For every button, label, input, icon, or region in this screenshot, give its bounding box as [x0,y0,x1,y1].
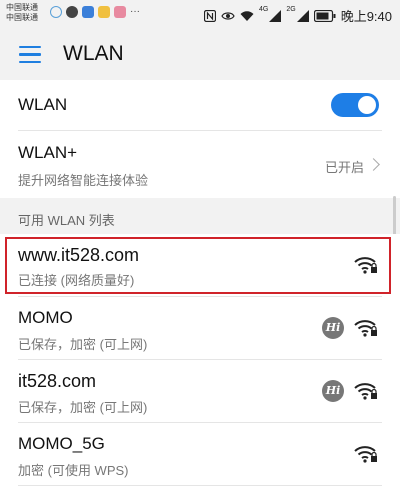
card-icon [82,6,94,18]
scrollbar[interactable] [393,196,396,236]
wlan-plus-status: 已开启 [324,160,364,175]
network-1-label: 4G [259,6,269,13]
network-status: 加密 (可使用 WPS) [18,463,129,478]
battery-icon [313,9,336,22]
gallery-icon [114,6,126,18]
network-item-momo-5g[interactable]: MOMO_5G 加密 (可使用 WPS) [0,423,400,485]
wifi-locked-icon [354,446,377,463]
chevron-right-icon [367,158,380,171]
app-bar: WLAN [0,30,400,80]
status-bar: 中国联通 中国联通 ··· 4G 2G 晚上9:40 [0,0,400,30]
wlan-toggle-switch[interactable] [331,93,379,117]
app-icon [98,6,110,18]
wlan-settings-card: WLAN WLAN+ 提升网络智能连接体验 已开启 [0,80,400,198]
network-item-it528-com[interactable]: it528.com 已保存，加密 (可上网) Hi [0,360,400,422]
carrier-2: 中国联通 [6,13,38,22]
network-status: 已保存，加密 (可上网) [18,400,148,415]
signal-1-icon [269,9,282,22]
menu-icon[interactable] [19,46,41,64]
wifi-status-icon [240,10,254,21]
wlan-plus-label: WLAN+ [18,143,78,162]
more-icon: ··· [130,6,140,17]
hilink-icon: Hi [322,380,344,402]
clock: 晚上9:40 [340,9,392,24]
network-2-label: 2G [286,6,296,13]
wlan-toggle-label: WLAN [18,95,68,114]
network-item-momo[interactable]: MOMO 已保存，加密 (可上网) Hi [0,297,400,359]
hilink-icon: Hi [322,317,344,339]
wlan-plus-row[interactable]: WLAN+ 提升网络智能连接体验 已开启 [0,131,400,198]
network-ssid: MOMO [18,308,73,327]
eye-icon [221,11,235,20]
status-icons: 4G 2G 晚上9:40 [204,6,392,25]
wifi-locked-icon [354,320,377,337]
network-ssid: it528.com [18,371,97,391]
network-list-header: 可用 WLAN 列表 [18,213,115,228]
signal-2-icon [296,9,309,22]
wifi-locked-icon [354,383,377,400]
network-status: 已保存，加密 (可上网) [18,337,148,352]
app-notification-icon [50,6,62,18]
nfc-icon [204,9,216,22]
page-title: WLAN [63,42,124,65]
wlan-plus-description: 提升网络智能连接体验 [18,173,149,188]
carrier-1: 中国联通 [6,3,38,12]
chat-icon [66,6,78,18]
notification-icons: ··· [50,6,144,18]
connected-network-highlight [5,237,391,294]
wlan-toggle-row[interactable]: WLAN [0,80,400,130]
carrier-labels: 中国联通 中国联通 [6,3,38,23]
divider [18,485,382,486]
network-ssid: MOMO_5G [18,434,105,453]
